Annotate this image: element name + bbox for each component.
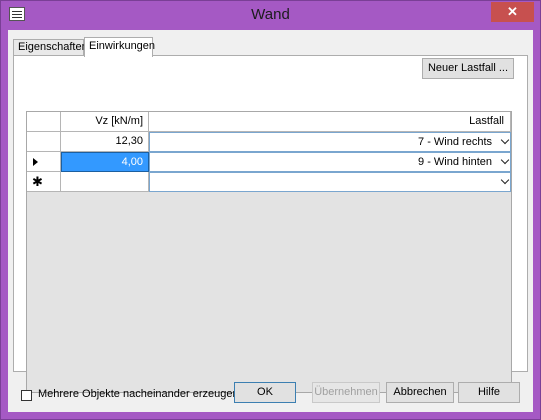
- multiple-objects-label[interactable]: Mehrere Objekte nacheinander erzeugen: [38, 387, 239, 402]
- row-header-new[interactable]: ✱: [27, 172, 61, 192]
- tab-panel-einwirkungen: Neuer Lastfall ... Vz [kN/m] Lastfall 12…: [13, 55, 528, 393]
- column-header-vz[interactable]: Vz [kN/m]: [61, 112, 149, 132]
- close-button[interactable]: ✕: [491, 2, 534, 22]
- lastfall-combobox[interactable]: [149, 172, 511, 192]
- table-row-new: ✱: [27, 172, 511, 192]
- lastfall-value: 7 - Wind rechts: [418, 136, 492, 148]
- new-row-asterisk-icon: ✱: [32, 174, 43, 189]
- dialog-client-area: Eigenschaften Einwirkungen Neuer Lastfal…: [8, 30, 533, 412]
- cancel-button[interactable]: Abbrechen: [386, 382, 454, 403]
- dialog-window: Wand ✕ Eigenschaften Einwirkungen Neuer …: [0, 0, 541, 420]
- current-row-arrow-icon: [33, 158, 38, 166]
- new-loadcase-button[interactable]: Neuer Lastfall ...: [422, 58, 514, 79]
- multiple-objects-checkbox[interactable]: [21, 390, 32, 401]
- tab-eigenschaften[interactable]: Eigenschaften: [13, 39, 88, 55]
- lastfall-combobox[interactable]: 7 - Wind rechts: [149, 132, 511, 152]
- lastfall-combobox[interactable]: 9 - Wind hinten: [149, 152, 511, 172]
- vz-cell-selected[interactable]: 4,00: [61, 152, 149, 172]
- ok-button[interactable]: OK: [234, 382, 296, 403]
- row-header[interactable]: [27, 132, 61, 152]
- grid-corner-header: [27, 112, 61, 132]
- row-header-current[interactable]: [27, 152, 61, 172]
- column-header-lastfall[interactable]: Lastfall: [149, 112, 511, 132]
- table-row: 12,30 7 - Wind rechts: [27, 132, 511, 152]
- apply-button[interactable]: Übernehmen: [312, 382, 380, 403]
- actions-grid: Vz [kN/m] Lastfall 12,30 7 - Wind rechts: [26, 111, 512, 393]
- vz-cell[interactable]: [61, 172, 149, 192]
- window-title: Wand: [251, 6, 290, 23]
- lastfall-value: 9 - Wind hinten: [418, 156, 492, 168]
- grid-header-row: Vz [kN/m] Lastfall: [27, 112, 511, 132]
- table-row: 4,00 9 - Wind hinten: [27, 152, 511, 172]
- help-button[interactable]: Hilfe: [458, 382, 520, 403]
- vz-cell[interactable]: 12,30: [61, 132, 149, 152]
- title-bar[interactable]: Wand ✕: [1, 1, 540, 30]
- tab-einwirkungen[interactable]: Einwirkungen: [84, 37, 155, 57]
